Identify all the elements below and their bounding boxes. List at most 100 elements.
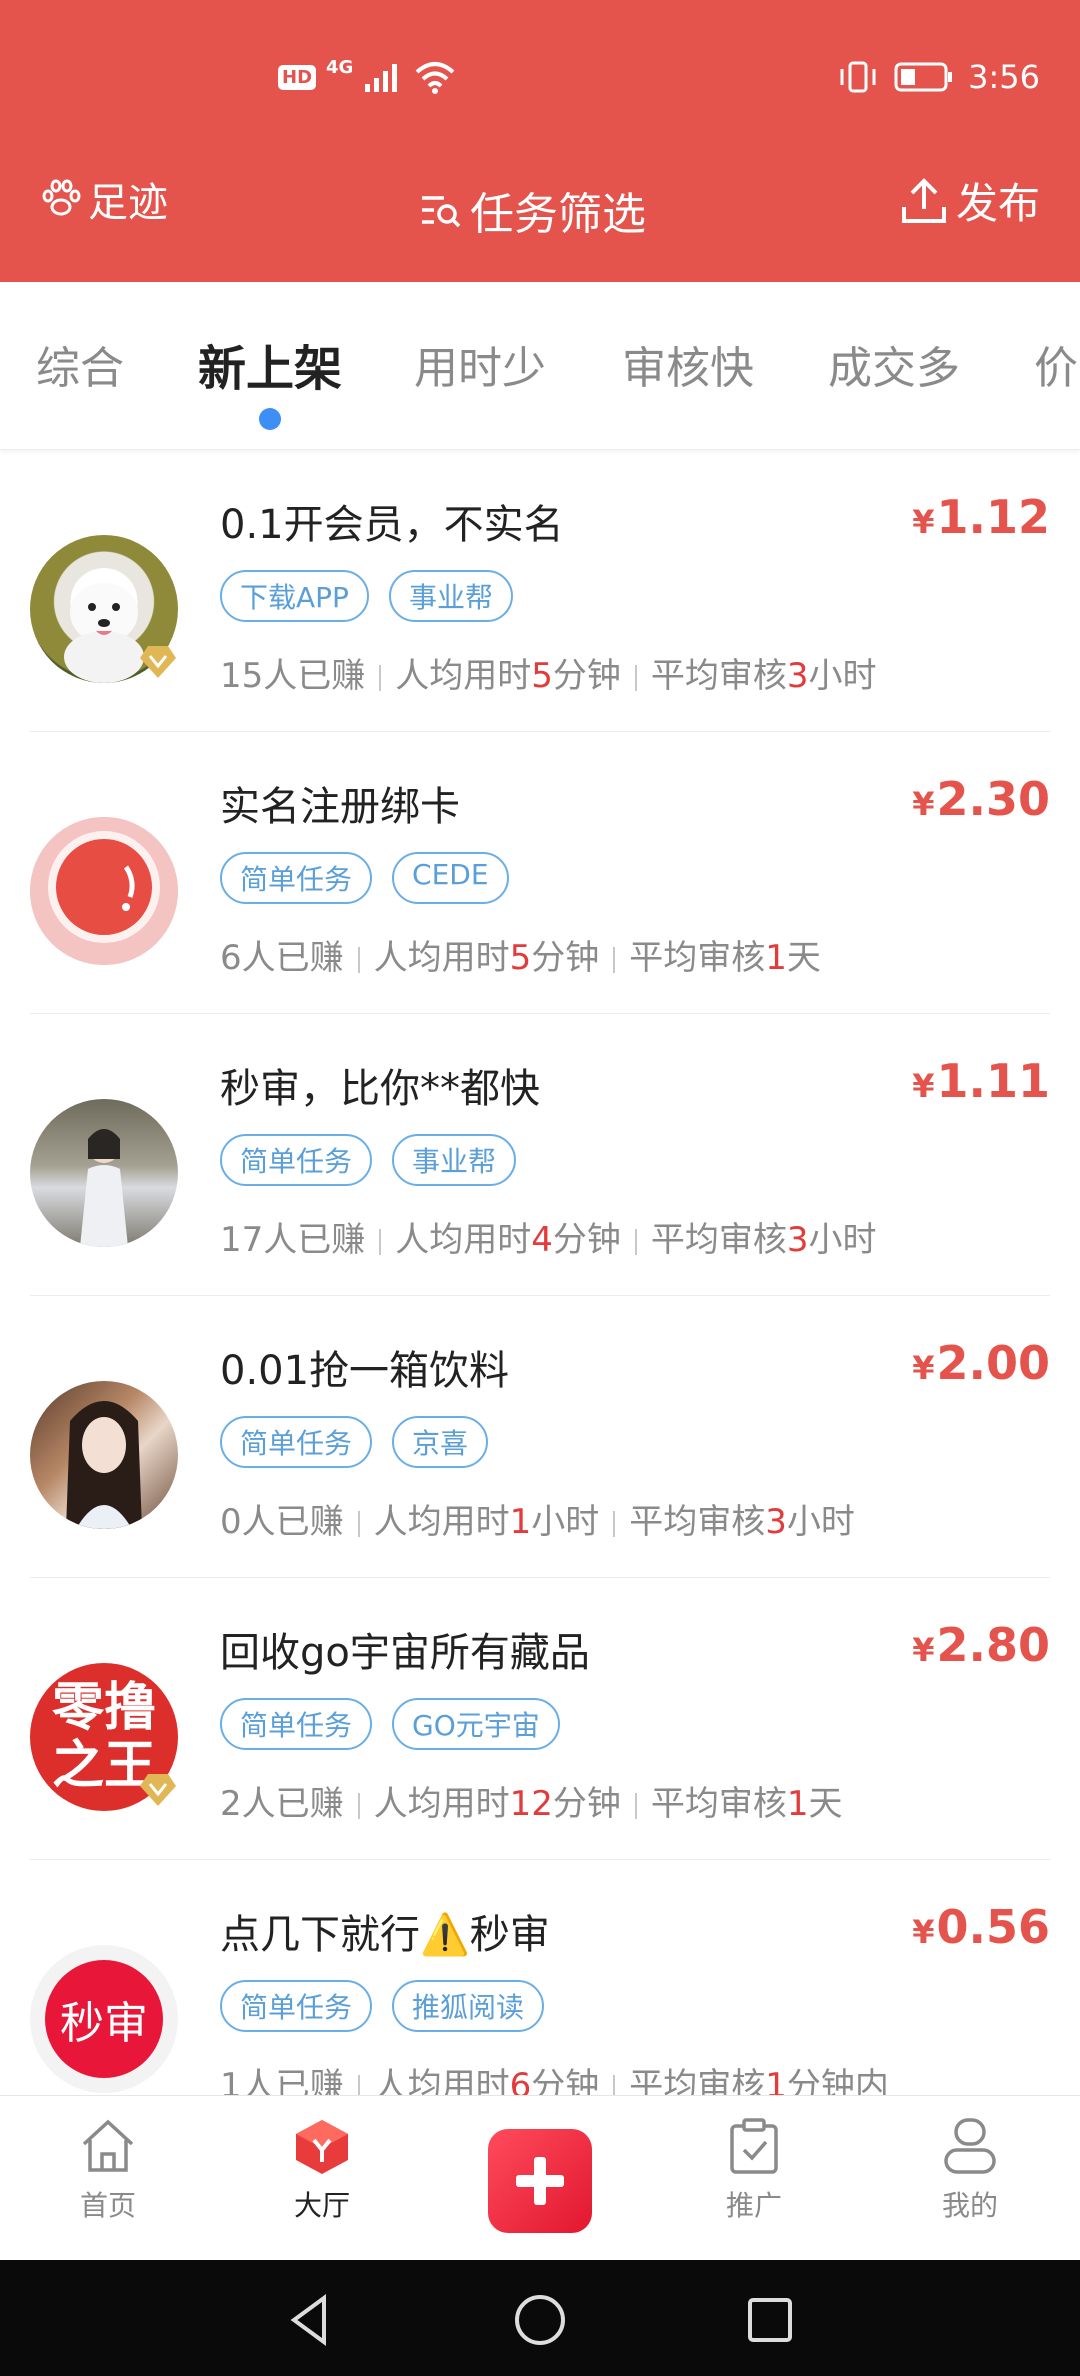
time-prefix: 人均用时 xyxy=(373,1784,510,1824)
time-unit: 小时 xyxy=(531,1502,600,1542)
avatar xyxy=(30,1099,178,1247)
review-unit: 小时 xyxy=(786,1502,855,1542)
stat-divider xyxy=(379,664,382,691)
review-unit: 小时 xyxy=(808,1220,877,1260)
task-tag: GO元宇宙 xyxy=(392,1698,560,1750)
filter-label: 任务筛选 xyxy=(470,189,646,240)
task-list[interactable]: 0.1开会员，不实名 ¥1.12 下载APP 事业帮 15人已赚 人均用时5分钟平… xyxy=(0,450,1080,2095)
stat-divider xyxy=(613,946,616,973)
nav-profile[interactable]: 我的 xyxy=(910,2114,1030,2224)
review-value: 3 xyxy=(786,1220,809,1260)
currency-symbol: ¥ xyxy=(912,1349,935,1387)
tab-less-time[interactable]: 用时少 xyxy=(414,332,546,396)
review-prefix: 平均审核 xyxy=(650,1784,787,1824)
home-circle-icon[interactable] xyxy=(510,2290,570,2350)
tab-comprehensive[interactable]: 综合 xyxy=(36,332,124,396)
avatar: 秒审 xyxy=(30,1945,178,2093)
add-task-button[interactable] xyxy=(488,2129,592,2233)
time-unit: 分钟 xyxy=(531,938,600,978)
task-stats: 15人已赚 人均用时5分钟 平均审核3小时 xyxy=(220,648,877,697)
nav-hall[interactable]: 大厅 xyxy=(262,2114,382,2224)
time-unit: 分钟 xyxy=(531,2066,600,2095)
publish-button[interactable]: 发布 xyxy=(900,170,1040,231)
task-item[interactable]: 0.1开会员，不实名 ¥1.12 下载APP 事业帮 15人已赚 人均用时5分钟平… xyxy=(0,450,1080,732)
review-prefix: 平均审核 xyxy=(629,938,766,978)
tab-most-deals[interactable]: 成交多 xyxy=(828,332,960,396)
footprint-button[interactable]: 足迹 xyxy=(40,170,168,228)
task-item[interactable]: 0.01抢一箱饮料 ¥2.00 简单任务 京喜 0人已赚 人均用时1小时 平均审核3… xyxy=(0,1296,1080,1578)
task-item[interactable]: 实名注册绑卡 ¥2.30 简单任务 CEDE 6人已赚 人均用时5分钟 平均审核1天 xyxy=(0,732,1080,1014)
task-tags: 简单任务 GO元宇宙 xyxy=(220,1698,560,1750)
nav-home-label: 首页 xyxy=(79,2189,136,2222)
footprint-label: 足迹 xyxy=(88,180,168,226)
task-item[interactable]: 零撸之王 回收go宇宙所有藏品 ¥2.80 简单任务 GO元宇宙 2人已赚 人均用… xyxy=(0,1578,1080,1860)
stat-divider xyxy=(357,946,360,973)
avatar-inner: 秒审 xyxy=(45,1960,163,2078)
review-prefix: 平均审核 xyxy=(629,2066,766,2095)
task-title: 秒审，比你**都快 xyxy=(220,1066,540,1112)
stat-divider xyxy=(613,2074,616,2095)
task-tags: 简单任务 推狐阅读 xyxy=(220,1980,545,2032)
price-value: 1.11 xyxy=(936,1054,1051,1108)
publish-label: 发布 xyxy=(955,179,1040,228)
avatar xyxy=(30,1381,178,1529)
price-value: 2.00 xyxy=(936,1336,1051,1390)
tab-fast-review[interactable]: 审核快 xyxy=(622,332,754,396)
stat-divider xyxy=(357,1510,360,1537)
task-title: 0.1开会员，不实名 xyxy=(220,502,564,548)
signal-icon xyxy=(365,64,398,92)
time-value: 1 xyxy=(509,1502,532,1542)
clipboard-check-icon xyxy=(730,2118,778,2174)
review-unit: 天 xyxy=(808,1784,843,1824)
earned-suffix: 人已赚 xyxy=(241,1502,344,1542)
task-stats: 17人已赚 人均用时4分钟 平均审核3小时 xyxy=(220,1212,877,1261)
earned-suffix: 人已赚 xyxy=(263,656,366,696)
review-unit: 小时 xyxy=(808,656,877,696)
task-filter-button[interactable]: 任务筛选 xyxy=(420,178,646,242)
task-tag: 简单任务 xyxy=(220,1416,373,1468)
time-prefix: 人均用时 xyxy=(373,2066,510,2095)
currency-symbol: ¥ xyxy=(912,785,935,823)
currency-symbol: ¥ xyxy=(912,1067,935,1105)
task-tags: 简单任务 事业帮 xyxy=(220,1134,517,1186)
tab-new-listings[interactable]: 新上架 xyxy=(198,329,342,399)
review-prefix: 平均审核 xyxy=(650,1220,787,1260)
user-icon xyxy=(944,2118,996,2174)
review-value: 3 xyxy=(786,656,809,696)
stat-divider xyxy=(634,1228,637,1255)
nav-hall-label: 大厅 xyxy=(293,2189,350,2222)
earned-count: 6 xyxy=(220,938,242,978)
upload-icon xyxy=(901,177,946,223)
battery-icon xyxy=(894,62,953,92)
time-value: 4 xyxy=(531,1220,553,1260)
nav-home[interactable]: 首页 xyxy=(48,2114,168,2224)
bottom-navigation: 首页 大厅 推广 我的 xyxy=(0,2095,1080,2260)
task-tag: 事业帮 xyxy=(392,1134,517,1186)
earned-count: 2 xyxy=(220,1784,242,1824)
task-title: 0.01抢一箱饮料 xyxy=(220,1348,510,1394)
paw-icon xyxy=(42,179,81,216)
nav-promote[interactable]: 推广 xyxy=(694,2114,814,2224)
plus-icon xyxy=(516,2157,564,2205)
recents-icon[interactable] xyxy=(740,2290,800,2350)
tab-price[interactable]: 价 xyxy=(1034,332,1078,396)
back-icon[interactable] xyxy=(280,2290,340,2350)
time-prefix: 人均用时 xyxy=(373,938,510,978)
task-item[interactable]: 秒审，比你**都快 ¥1.11 简单任务 事业帮 17人已赚 人均用时4分钟 平均审… xyxy=(0,1014,1080,1296)
earned-suffix: 人已赚 xyxy=(241,938,344,978)
task-tags: 下载APP 事业帮 xyxy=(220,570,513,622)
person-avatar-icon xyxy=(80,1129,128,1247)
task-tag: 事业帮 xyxy=(388,570,513,622)
app-header: HD 4G 3:56 足迹 任务筛选 发布 xyxy=(0,0,1080,282)
task-tag: 下载APP xyxy=(220,570,369,622)
task-stats: 1人已赚 人均用时6分钟 平均审核1分钟内 xyxy=(220,2058,889,2095)
review-value: 3 xyxy=(765,1502,787,1542)
status-left: HD 4G xyxy=(278,52,457,102)
stat-divider xyxy=(634,664,637,691)
time-unit: 分钟 xyxy=(552,656,621,696)
verified-badge-icon xyxy=(140,1774,176,1806)
avatar-text: 秒审 xyxy=(60,1998,148,2049)
earned-suffix: 人已赚 xyxy=(263,1220,366,1260)
task-item[interactable]: 秒审 点几下就行⚠️秒审 ¥0.56 简单任务 推狐阅读 1人已赚 人均用时6分钟… xyxy=(0,1860,1080,2095)
status-right: 3:56 xyxy=(836,52,1040,102)
